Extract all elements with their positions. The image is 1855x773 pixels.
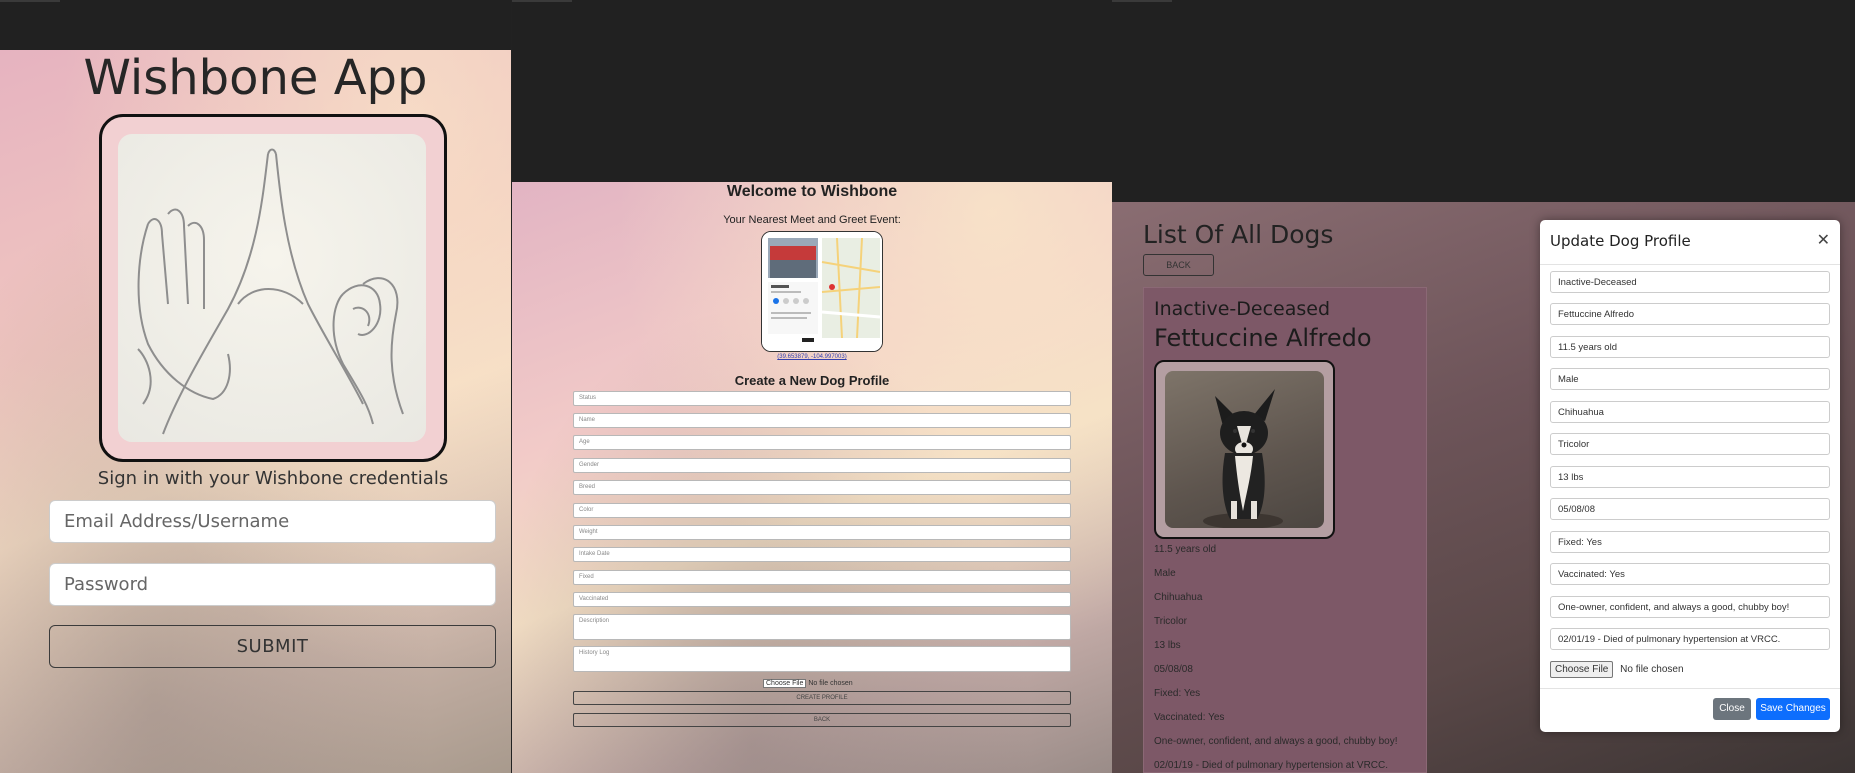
update-dog-modal: Update Dog Profile ✕ Inactive-Deceased F…: [1540, 220, 1840, 732]
wishbone-hands-illustration: [118, 134, 426, 442]
dog-fixed: Fixed: Yes: [1154, 688, 1201, 699]
weight-field[interactable]: Weight: [573, 525, 1071, 540]
email-field[interactable]: Email Address/Username: [49, 500, 496, 543]
modal-file-upload: Choose File No file chosen: [1550, 661, 1684, 678]
modal-name-field[interactable]: Fettuccine Alfredo: [1550, 303, 1830, 325]
file-status: No file chosen: [808, 680, 853, 687]
choose-file-button[interactable]: Choose File: [763, 679, 807, 688]
event-map[interactable]: [761, 231, 883, 352]
gender-field[interactable]: Gender: [573, 458, 1071, 473]
intake-date-field[interactable]: Intake Date: [573, 547, 1071, 562]
event-coordinates-link[interactable]: (39.653879, -104.997003): [512, 354, 1112, 360]
close-icon[interactable]: ✕: [1817, 230, 1830, 250]
top-bar: [0, 0, 511, 50]
modal-description-field[interactable]: One-owner, confident, and always a good,…: [1550, 596, 1830, 618]
dog-name: Fettuccine Alfredo: [1154, 324, 1372, 352]
dog-intake-date: 05/08/08: [1154, 664, 1193, 675]
create-profile-screen: Welcome to Wishbone Your Nearest Meet an…: [512, 0, 1112, 773]
dog-list-screen: List Of All Dogs BACK Inactive-Deceased …: [1112, 0, 1855, 773]
close-button[interactable]: Close: [1713, 698, 1751, 720]
submit-button[interactable]: SUBMIT: [49, 625, 496, 668]
modal-color-field[interactable]: Tricolor: [1550, 433, 1830, 455]
dog-breed: Chihuahua: [1154, 592, 1203, 603]
list-back-button[interactable]: BACK: [1143, 254, 1214, 276]
save-changes-button[interactable]: Save Changes: [1756, 698, 1830, 720]
file-upload: Choose File No file chosen: [763, 679, 853, 688]
dog-vaccinated: Vaccinated: Yes: [1154, 712, 1225, 723]
modal-gender-field[interactable]: Male: [1550, 368, 1830, 390]
login-screen: Wishbone App Sign in with your Wishbone …: [0, 0, 511, 773]
fixed-field[interactable]: Fixed: [573, 570, 1071, 585]
modal-choose-file-button[interactable]: Choose File: [1550, 661, 1614, 678]
modal-age-field[interactable]: 11.5 years old: [1550, 336, 1830, 358]
modal-breed-field[interactable]: Chihuahua: [1550, 401, 1830, 423]
dog-description: One-owner, confident, and always a good,…: [1154, 736, 1398, 747]
dog-card[interactable]: Inactive-Deceased Fettuccine Alfredo 11.…: [1143, 287, 1427, 773]
dog-age: 11.5 years old: [1154, 544, 1217, 555]
dog-photo: [1165, 371, 1324, 528]
status-field[interactable]: Status: [573, 391, 1071, 406]
signin-prompt: Sign in with your Wishbone credentials: [97, 468, 449, 489]
modal-vaccinated-field[interactable]: Vaccinated: Yes: [1550, 563, 1830, 585]
age-field[interactable]: Age: [573, 435, 1071, 450]
meet-greet-heading: Your Nearest Meet and Greet Event:: [723, 214, 901, 226]
breed-field[interactable]: Breed: [573, 480, 1071, 495]
modal-status-field[interactable]: Inactive-Deceased: [1550, 271, 1830, 293]
hero-image-frame: [99, 114, 447, 462]
modal-fixed-field[interactable]: Fixed: Yes: [1550, 531, 1830, 553]
password-field[interactable]: Password: [49, 563, 496, 606]
top-bar: [512, 0, 1112, 182]
modal-intake-date-field[interactable]: 05/08/08: [1550, 498, 1830, 520]
history-log-textarea[interactable]: History Log: [573, 646, 1071, 672]
dog-history: 02/01/19 - Died of pulmonary hypertensio…: [1154, 760, 1389, 771]
dog-weight: 13 lbs: [1154, 640, 1181, 651]
form-heading: Create a New Dog Profile: [734, 373, 890, 388]
color-field[interactable]: Color: [573, 503, 1071, 518]
description-textarea[interactable]: Description: [573, 614, 1071, 640]
create-profile-button[interactable]: CREATE PROFILE: [573, 691, 1071, 705]
dog-status: Inactive-Deceased: [1154, 298, 1331, 320]
dog-photo-frame: [1154, 360, 1335, 539]
back-button[interactable]: BACK: [573, 713, 1071, 727]
dog-color: Tricolor: [1154, 616, 1187, 627]
modal-file-status: No file chosen: [1620, 664, 1684, 675]
name-field[interactable]: Name: [573, 413, 1071, 428]
top-bar: [1112, 0, 1855, 202]
app-title: Wishbone App: [83, 50, 428, 106]
vaccinated-field[interactable]: Vaccinated: [573, 592, 1071, 607]
welcome-heading: Welcome to Wishbone: [726, 183, 898, 200]
dog-gender: Male: [1154, 568, 1176, 579]
modal-history-field[interactable]: 02/01/19 - Died of pulmonary hypertensio…: [1550, 628, 1830, 650]
modal-weight-field[interactable]: 13 lbs: [1550, 466, 1830, 488]
list-title: List Of All Dogs: [1143, 220, 1334, 249]
modal-title: Update Dog Profile: [1550, 232, 1691, 250]
